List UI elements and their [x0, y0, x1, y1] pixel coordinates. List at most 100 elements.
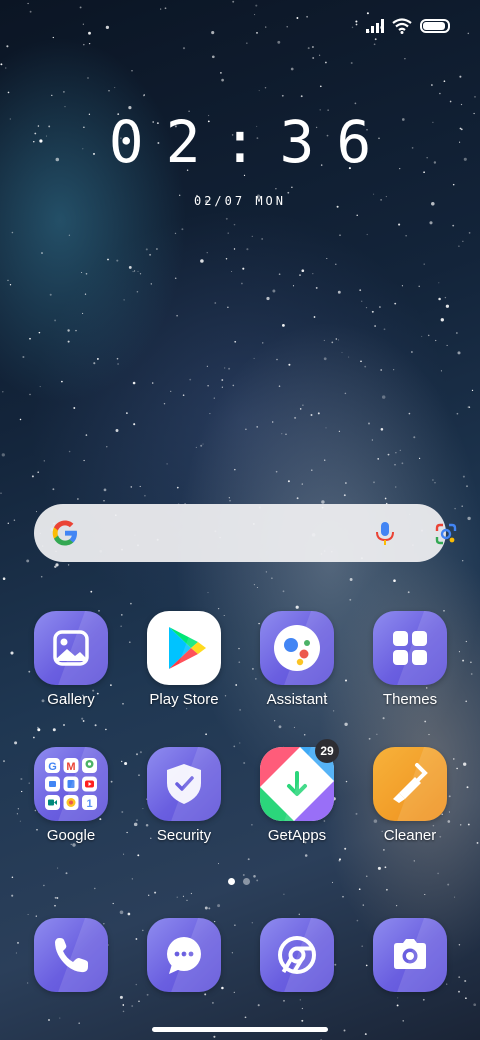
app-google-folder[interactable]: G M 1 Google — [21, 747, 121, 844]
svg-text:1: 1 — [86, 798, 92, 810]
star — [462, 659, 465, 662]
star — [365, 307, 368, 309]
star — [339, 858, 341, 861]
star — [52, 728, 56, 732]
star — [81, 271, 83, 274]
star — [228, 497, 230, 499]
star — [304, 854, 308, 857]
star — [137, 270, 139, 272]
star — [431, 84, 433, 86]
star — [462, 560, 464, 562]
star — [22, 355, 25, 359]
star — [213, 397, 215, 399]
star — [337, 339, 340, 341]
star — [126, 831, 128, 834]
dock-camera[interactable] — [360, 918, 460, 992]
star — [411, 351, 413, 353]
star — [65, 872, 68, 875]
star — [130, 602, 132, 605]
star — [285, 433, 287, 436]
star — [174, 277, 177, 280]
star — [423, 263, 425, 265]
page-dot — [243, 878, 250, 885]
star — [402, 1020, 404, 1022]
star — [224, 367, 226, 369]
dock-phone[interactable] — [21, 918, 121, 992]
star — [257, 1004, 260, 1007]
star — [67, 564, 70, 566]
star — [474, 96, 476, 98]
star — [278, 273, 281, 276]
star — [278, 385, 281, 387]
star — [107, 258, 109, 261]
star — [26, 559, 30, 563]
star — [256, 879, 259, 882]
home-gesture-bar[interactable] — [152, 1027, 328, 1032]
star — [374, 325, 376, 327]
star — [19, 418, 22, 421]
page-indicator[interactable] — [228, 878, 250, 885]
google-folder-icon: G M 1 — [34, 747, 108, 821]
star — [96, 357, 99, 360]
star — [134, 270, 136, 272]
star — [307, 47, 310, 50]
star — [466, 786, 469, 789]
clock-time[interactable]: 02:36 — [0, 108, 480, 176]
app-security[interactable]: Security — [134, 747, 234, 844]
google-lens-icon[interactable] — [434, 522, 458, 546]
google-search-bar[interactable] — [34, 504, 457, 562]
star — [211, 55, 215, 59]
star — [122, 1010, 125, 1013]
app-cleaner[interactable]: Cleaner — [360, 747, 460, 844]
star — [278, 725, 282, 729]
star — [120, 614, 123, 616]
star — [68, 450, 71, 453]
star — [301, 483, 303, 485]
dock-messages[interactable] — [134, 918, 234, 992]
star — [39, 386, 41, 388]
star — [124, 761, 128, 766]
star — [136, 291, 139, 293]
dock-browser[interactable] — [247, 918, 347, 992]
google-g-icon — [52, 520, 77, 546]
star — [461, 505, 463, 507]
app-label: Gallery — [47, 691, 95, 708]
star — [462, 475, 465, 478]
app-play-store[interactable]: Play Store — [134, 611, 234, 708]
star — [360, 360, 362, 363]
star — [265, 571, 268, 573]
star — [54, 896, 57, 899]
star — [6, 45, 9, 48]
star — [139, 485, 141, 487]
star — [103, 500, 105, 502]
app-getapps[interactable]: 29 GetApps — [247, 739, 347, 844]
star — [290, 67, 294, 71]
star — [345, 482, 347, 484]
star — [227, 306, 229, 308]
app-themes[interactable]: Themes — [360, 611, 460, 708]
star — [299, 999, 301, 1001]
microphone-icon[interactable] — [374, 521, 396, 547]
star — [401, 285, 403, 287]
star — [75, 329, 77, 332]
clock-date[interactable]: 02/07 MON — [0, 194, 480, 208]
star — [281, 433, 283, 435]
app-gallery[interactable]: Gallery — [21, 611, 121, 708]
star — [434, 482, 436, 484]
app-assistant[interactable]: Assistant — [247, 611, 347, 708]
star — [325, 61, 327, 64]
star — [306, 15, 308, 18]
star — [31, 475, 34, 478]
star — [394, 302, 397, 305]
star — [463, 762, 467, 766]
star — [361, 300, 363, 302]
star — [343, 1029, 346, 1032]
star — [211, 1001, 214, 1004]
phone-icon — [34, 918, 108, 992]
star — [1, 453, 5, 457]
star — [106, 446, 108, 448]
star — [428, 734, 430, 736]
star — [282, 590, 285, 593]
star — [209, 413, 211, 415]
star — [90, 590, 93, 593]
